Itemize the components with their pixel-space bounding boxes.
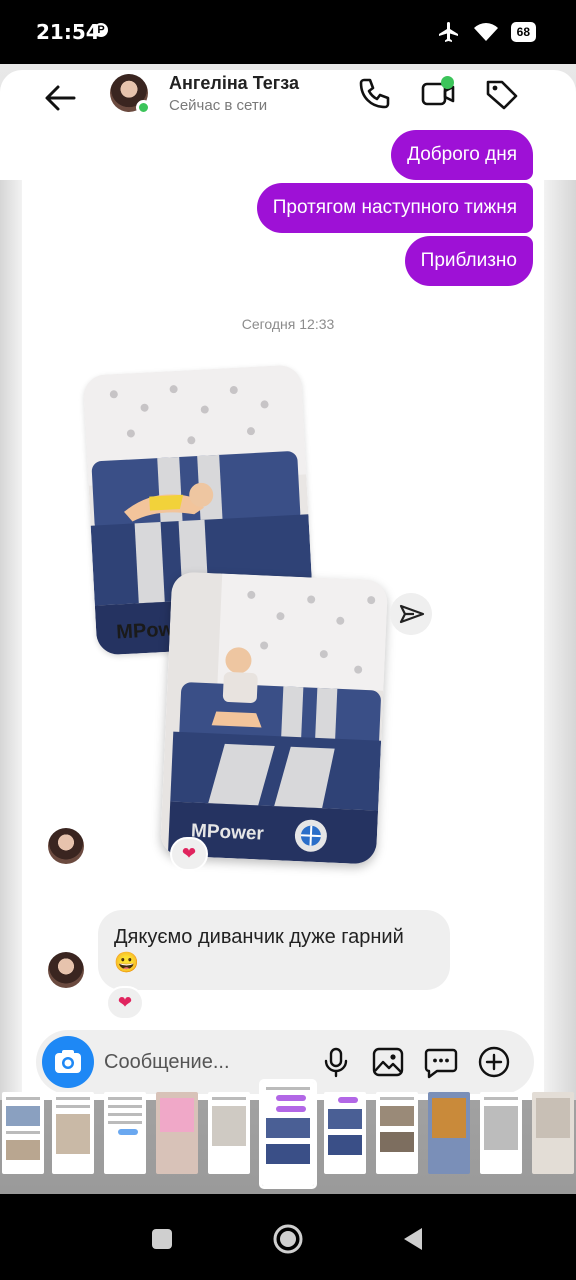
mic-icon[interactable] xyxy=(318,1044,354,1080)
thumbnail[interactable] xyxy=(324,1092,366,1174)
chat-header: Ангеліна Тегза Сейчас в сети xyxy=(0,70,576,126)
wifi-icon xyxy=(473,23,498,41)
thumbnail[interactable] xyxy=(208,1092,250,1174)
incoming-message[interactable]: Дякуємо диванчик дуже гарний 😀 xyxy=(98,910,450,990)
contact-avatar[interactable] xyxy=(110,74,151,115)
chat-window: Ангеліна Тегза Сейчас в сети Доброго дня… xyxy=(0,70,576,1100)
photo-message-sofa-2[interactable]: MPower xyxy=(159,571,389,865)
status-icons: 68 xyxy=(437,20,536,44)
outgoing-message[interactable]: Протягом наступного тижня xyxy=(256,183,533,233)
gallery-icon[interactable] xyxy=(370,1044,406,1080)
thumbnail[interactable] xyxy=(104,1092,146,1174)
heart-reaction[interactable]: ❤ xyxy=(170,837,208,871)
back-triangle-icon[interactable] xyxy=(398,1223,430,1255)
home-circle-icon[interactable] xyxy=(272,1223,304,1255)
phone-icon[interactable] xyxy=(356,76,392,112)
outgoing-message[interactable]: Доброго дня xyxy=(391,130,533,180)
airplane-icon xyxy=(438,22,458,42)
thumbnail[interactable] xyxy=(52,1092,94,1174)
back-arrow-icon[interactable] xyxy=(40,78,80,118)
recents-square-icon[interactable] xyxy=(146,1223,178,1255)
thumbnail[interactable] xyxy=(376,1092,418,1174)
thumbnail[interactable] xyxy=(428,1092,470,1174)
status-time: 21:54 xyxy=(36,20,100,44)
video-online-dot xyxy=(441,76,454,89)
sticker-icon[interactable] xyxy=(423,1044,459,1080)
heart-reaction[interactable]: ❤ xyxy=(106,986,144,1020)
outgoing-message[interactable]: Приблизно xyxy=(404,236,533,286)
thumbnail[interactable] xyxy=(480,1092,522,1174)
recent-apps-thumbnail-strip xyxy=(0,1079,576,1192)
plus-icon[interactable] xyxy=(476,1044,512,1080)
avatar[interactable] xyxy=(48,828,84,864)
thumbnail[interactable] xyxy=(2,1092,44,1174)
tag-icon[interactable] xyxy=(484,76,520,112)
avatar[interactable] xyxy=(48,952,84,988)
share-icon[interactable] xyxy=(390,593,432,635)
message-input[interactable] xyxy=(104,1044,314,1080)
system-nav-bar xyxy=(0,1195,576,1280)
thumbnail-active[interactable] xyxy=(259,1079,317,1189)
contact-status: Сейчас в сети xyxy=(169,97,268,114)
battery-icon: 68 xyxy=(510,22,536,42)
online-indicator xyxy=(136,100,151,115)
thumbnail[interactable] xyxy=(156,1092,198,1174)
contact-name[interactable]: Ангеліна Тегза xyxy=(169,73,299,94)
p-badge-icon: P xyxy=(94,23,108,37)
thumbnail[interactable] xyxy=(532,1092,574,1174)
message-timestamp: Сегодня 12:33 xyxy=(241,316,335,332)
sofa-photo-image: MPower xyxy=(159,571,389,865)
status-bar: 21:54 P 68 xyxy=(0,0,576,64)
